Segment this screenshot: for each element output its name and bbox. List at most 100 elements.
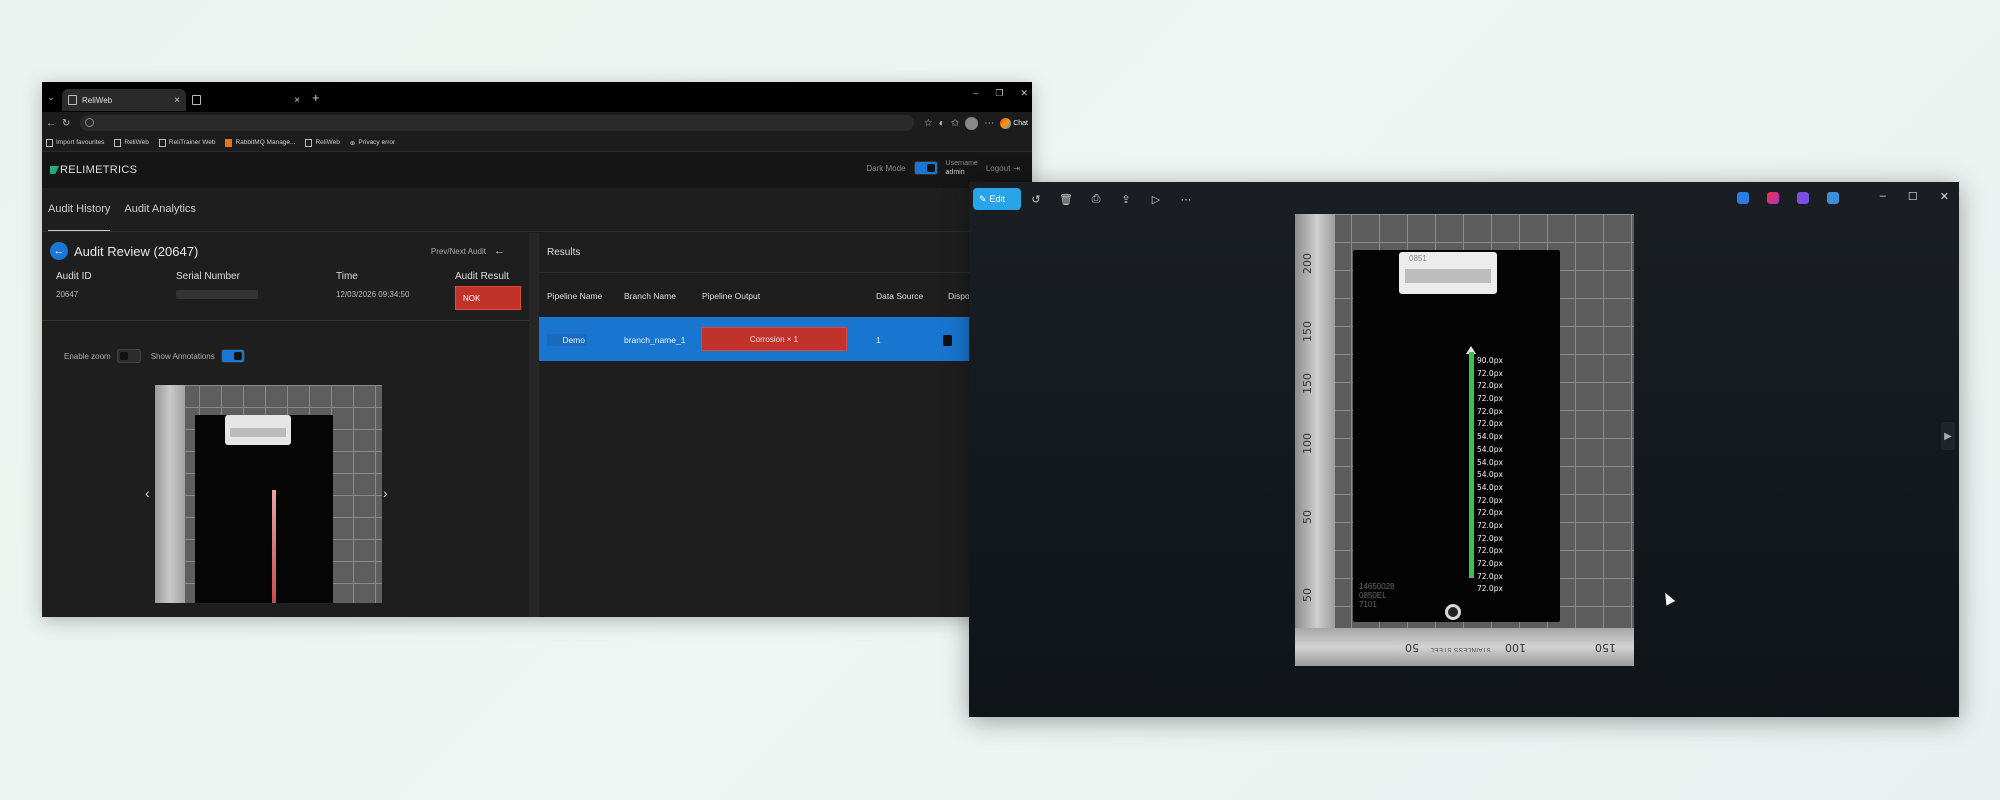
copilot-icon (1000, 117, 1012, 129)
minimize-icon[interactable]: – (1880, 190, 1886, 203)
rabbitmq-icon (225, 138, 233, 147)
minimize-icon[interactable]: – (973, 88, 978, 99)
more-options-icon[interactable]: ⋯ (1171, 193, 1201, 206)
refresh-icon[interactable]: ↻ (62, 118, 70, 129)
bookmark-relitrainer[interactable]: ReliTrainer Web (158, 138, 215, 147)
measurement-label: 54.0px (1477, 457, 1503, 467)
address-bar: ← ↻ ☆ ◐ ✩ ⋯ Chat (42, 112, 1032, 134)
plate-label-image: 0851 (1399, 252, 1497, 294)
profile-avatar[interactable] (965, 116, 979, 130)
results-table-header: Pipeline Name Branch Name Pipeline Outpu… (539, 273, 1032, 317)
enable-zoom-label: Enable zoom (64, 351, 111, 361)
measurement-label: 72.0px (1477, 508, 1503, 518)
tab-title: ReliWeb (82, 95, 113, 105)
maximize-icon[interactable]: ❐ (995, 88, 1003, 99)
bookmark-reliweb-2[interactable]: ReliWeb (305, 138, 340, 147)
inspection-photo[interactable]: 200 150 150 100 50 50 150 100 50 STAINLE… (1295, 214, 1634, 666)
prev-next-audit[interactable]: Prev/Next Audit ← (431, 245, 505, 257)
bookmarks-bar: Import favourites ReliWeb ReliTrainer We… (42, 134, 1032, 152)
chat-button[interactable]: Chat (1000, 117, 1028, 129)
ruler-text: STAINLESS STEEL (1430, 646, 1491, 652)
app-logo[interactable]: RELIMETRICS (50, 164, 137, 176)
ruler-mark: 150 (1301, 373, 1314, 394)
more-icon[interactable]: ⋯ (984, 118, 994, 129)
data-source-cell: 1 (876, 335, 881, 345)
clipchamp-icon[interactable] (1797, 192, 1809, 204)
inspection-image-thumbnail[interactable] (155, 385, 382, 603)
metal-plate-image (1353, 250, 1560, 622)
trash-icon[interactable] (943, 335, 952, 346)
prev-image-icon[interactable]: ‹ (145, 485, 150, 501)
favorite-star-icon[interactable]: ☆ (924, 118, 933, 129)
enable-zoom-toggle[interactable] (116, 349, 141, 363)
close-tab-icon[interactable]: × (174, 95, 180, 106)
close-icon[interactable]: ✕ (1020, 88, 1028, 99)
extension-icon[interactable]: ◐ (939, 118, 945, 129)
table-row[interactable]: Demo branch_name_1 Corrosion × 1 1 (539, 317, 1032, 361)
measurement-label: 72.0px (1477, 394, 1503, 404)
close-tab-icon[interactable]: × (294, 95, 300, 106)
status-badge: NOK (455, 286, 521, 310)
measurement-label: 72.0px (1477, 368, 1503, 378)
measurement-label: 72.0px (1477, 533, 1503, 543)
ruler-mark: 100 (1505, 641, 1526, 654)
col-pipeline-name: Pipeline Name (547, 291, 603, 301)
app-launcher-icon[interactable] (1737, 192, 1749, 204)
measurement-labels: 90.0px 72.0px 72.0px 72.0px 72.0px 72.0px 54.0… (1477, 355, 1503, 596)
edit-button[interactable]: ✎ Edit (973, 188, 1021, 210)
app-header: RELIMETRICS Dark Mode Username admin Log… (42, 152, 1032, 188)
pipeline-output-badge: Corrosion × 1 (701, 327, 847, 351)
measurement-label: 72.0px (1477, 546, 1503, 556)
logout-button[interactable]: Logout ⇥ (986, 164, 1020, 173)
ruler-mark: 150 (1595, 641, 1616, 654)
show-annotations-toggle[interactable] (220, 349, 245, 363)
next-image-arrow[interactable]: ▶ (1941, 422, 1955, 450)
print-icon[interactable]: ⎙ (1081, 193, 1111, 206)
image-viewer-window: ✎ Edit ↺ 🗑 ⎙ ⇪ ▷ ⋯ – ☐ ✕ 200 150 150 100 … (969, 182, 1959, 717)
measurement-label: 54.0px (1477, 470, 1503, 480)
ruler-mark: 50 (1405, 641, 1419, 654)
arrow-left-icon[interactable]: ← (494, 245, 505, 257)
results-panel: Results Pipeline Name Branch Name Pipeli… (539, 233, 1032, 617)
tab-audit-analytics[interactable]: Audit Analytics (124, 203, 196, 231)
time-header: Time (336, 271, 358, 282)
dark-mode-label: Dark Mode (866, 163, 906, 173)
ruler-mark: 200 (1301, 253, 1314, 274)
tab-audit-history[interactable]: Audit History (48, 203, 111, 231)
back-button[interactable]: ← (50, 242, 68, 260)
nav-tabs: Audit History Audit Analytics (42, 188, 1032, 232)
col-pipeline-output: Pipeline Output (702, 291, 761, 301)
close-icon[interactable]: ✕ (1940, 190, 1949, 203)
logout-icon: ⇥ (1013, 163, 1020, 173)
bookmark-reliweb[interactable]: ReliWeb (114, 138, 149, 147)
crack-annotation-line (1469, 352, 1474, 578)
tab-actions-icon[interactable]: ⌄ (44, 92, 58, 103)
page-icon (305, 138, 313, 147)
page-title: Audit Review (20647) (74, 243, 199, 259)
designer-icon[interactable] (1767, 192, 1779, 204)
browser-tab[interactable]: × (186, 89, 306, 111)
ruler-mark: 50 (1301, 588, 1314, 602)
slideshow-icon[interactable]: ▷ (1141, 193, 1171, 206)
delete-icon[interactable]: 🗑 (1051, 193, 1081, 206)
bookmark-import[interactable]: Import favourites (46, 138, 104, 147)
share-icon[interactable]: ⇪ (1111, 193, 1141, 206)
plate-label-image (225, 415, 291, 445)
maximize-icon[interactable]: ☐ (1908, 190, 1918, 203)
url-input[interactable] (80, 115, 914, 131)
back-icon[interactable]: ← (46, 118, 56, 129)
measurement-label: 54.0px (1477, 432, 1503, 442)
dark-mode-toggle[interactable] (913, 161, 938, 175)
new-tab-icon[interactable]: + (312, 90, 320, 105)
next-image-icon[interactable]: › (383, 485, 388, 501)
onedrive-icon[interactable] (1827, 192, 1839, 204)
import-icon (46, 138, 53, 147)
bookmark-privacy-error[interactable]: ⊕ Privacy error (350, 139, 395, 147)
browser-tab-active[interactable]: ReliWeb × (62, 89, 186, 111)
bookmark-rabbitmq[interactable]: RabbitMQ Manage... (225, 138, 295, 147)
favorites-icon[interactable]: ✩ (951, 118, 959, 129)
edit-icon: ✎ (979, 193, 987, 204)
browser-window: ⌄ ReliWeb × × + – ❐ ✕ ← ↻ ☆ ◐ ✩ ⋯ Chat I… (42, 82, 1032, 617)
branch-name-cell: branch_name_1 (624, 335, 686, 345)
rotate-icon[interactable]: ↺ (1021, 193, 1051, 206)
